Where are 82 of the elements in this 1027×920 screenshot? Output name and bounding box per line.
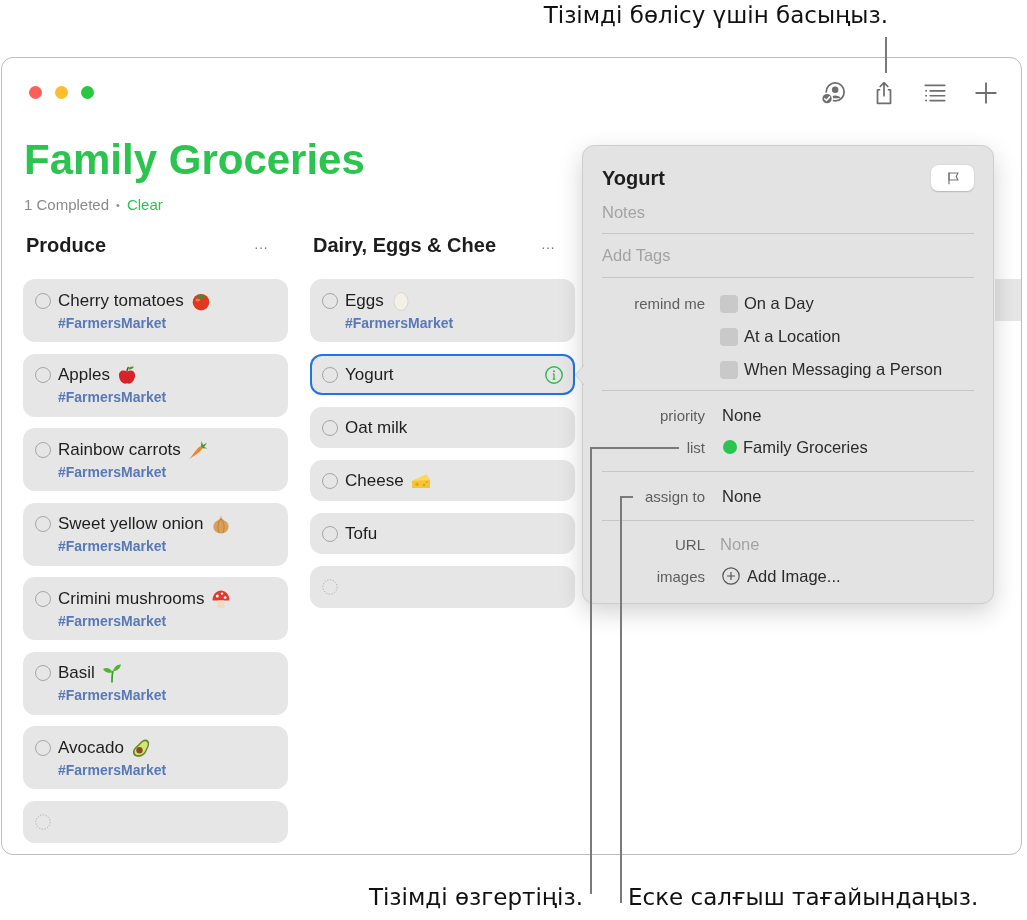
reminder-title: Apples — [58, 365, 110, 385]
checkbox-label: At a Location — [744, 327, 841, 346]
reminder-card[interactable]: Avocado #FarmersMarket — [23, 726, 288, 789]
add-image-button[interactable]: Add Image... — [722, 566, 841, 586]
hashtag[interactable]: #FarmersMarket — [58, 611, 232, 630]
zoom-button[interactable] — [81, 86, 94, 99]
column-title: Dairy, Eggs & Chee — [313, 233, 497, 257]
dashed-circle-icon — [35, 813, 51, 830]
add-icon[interactable] — [973, 79, 999, 106]
separator: • — [116, 198, 120, 213]
reminder-card[interactable]: Oat milk — [310, 406, 575, 448]
reminder-card[interactable]: Basil #FarmersMarket — [23, 651, 288, 715]
reminder-card[interactable]: Cheese — [310, 459, 575, 501]
leader-line — [885, 36, 887, 74]
list-title: Family Groceries — [24, 137, 365, 183]
reminder-title: Cheese — [345, 471, 404, 491]
reminder-card[interactable]: Yogurt — [310, 353, 575, 395]
minimize-button[interactable] — [55, 86, 68, 99]
reminder-title: Cherry tomatoes — [58, 290, 184, 311]
field-label: list — [685, 438, 705, 456]
info-icon[interactable] — [545, 366, 563, 384]
reminder-card[interactable]: Rainbow carrots #FarmersMarket — [23, 428, 288, 491]
reminder-title: Avocado — [58, 737, 124, 758]
reminder-card[interactable]: Apples #FarmersMarket — [23, 353, 288, 417]
checkbox[interactable] — [720, 294, 738, 313]
field-label: remind me — [633, 294, 705, 314]
hashtag[interactable]: #FarmersMarket — [58, 313, 211, 332]
reminder-card[interactable]: Cherry tomatoes #FarmersMarket — [23, 279, 288, 342]
sprout-icon — [101, 663, 122, 683]
new-reminder-field[interactable] — [23, 800, 288, 843]
field-label: assign to — [643, 487, 705, 505]
hashtag[interactable]: #FarmersMarket — [58, 537, 231, 556]
value-popup[interactable]: None — [722, 486, 762, 506]
egg-icon — [390, 290, 411, 311]
notes-field[interactable]: Notes — [602, 201, 974, 223]
url-field[interactable]: None — [720, 533, 920, 555]
reminder-title: Crimini mushrooms — [58, 588, 205, 609]
flag-button[interactable] — [931, 165, 974, 191]
reminder-title: Eggs — [345, 290, 384, 311]
reminder-title: Oat milk — [345, 418, 408, 438]
new-reminder-field[interactable] — [310, 565, 575, 608]
reminder-title: Yogurt — [602, 166, 665, 190]
reminder-card[interactable]: Sweet yellow onion #FarmersMarket — [23, 502, 288, 566]
reminder-title: Rainbow carrots — [58, 439, 181, 460]
reminder-card[interactable]: Crimini mushrooms #FarmersMarket — [23, 577, 288, 640]
list-popup[interactable]: Family Groceries — [723, 437, 868, 457]
completed-count: 1 Completed — [24, 195, 110, 215]
checkbox[interactable] — [720, 327, 738, 346]
column-title: Produce — [26, 233, 107, 257]
apple-icon — [117, 365, 137, 385]
reminder-title: Basil — [58, 663, 95, 683]
onion-icon — [210, 514, 231, 534]
hashtag[interactable]: #FarmersMarket — [58, 760, 167, 779]
value-popup[interactable]: None — [722, 405, 762, 425]
field-label: priority — [659, 406, 705, 424]
hashtag[interactable]: #FarmersMarket — [58, 388, 167, 407]
reminder-title: Sweet yellow onion — [58, 514, 204, 534]
checkbox-label: When Messaging a Person — [744, 360, 943, 379]
add-circle-icon — [722, 567, 740, 585]
mushroom-icon — [211, 588, 232, 609]
tags-field[interactable]: Add Tags — [602, 244, 974, 267]
callout-text: Тізімді бөлісу үшін басыңыз. — [543, 1, 888, 29]
hashtag[interactable]: #FarmersMarket — [58, 686, 167, 705]
hashtag[interactable]: #FarmersMarket — [345, 313, 454, 332]
more-button[interactable]: ··· — [541, 237, 555, 257]
callout-text: Тізімді өзгертіңіз. — [368, 883, 584, 911]
field-label: URL — [674, 535, 705, 553]
avocado-icon — [130, 737, 151, 758]
reminder-card[interactable]: Tofu — [310, 512, 575, 554]
reminder-title: Yogurt — [345, 365, 394, 385]
flag-icon — [945, 171, 960, 185]
callout-text: Еске салғыш тағайындаңыз. — [628, 883, 979, 911]
checkbox-label: On a Day — [744, 294, 814, 313]
reminder-card[interactable]: Eggs #FarmersMarket — [310, 279, 575, 342]
field-label: images — [655, 567, 705, 585]
close-button[interactable] — [29, 86, 42, 99]
reminder-title: Tofu — [345, 524, 378, 544]
checkbox[interactable] — [720, 360, 738, 379]
person-check-icon[interactable] — [820, 79, 846, 106]
more-button[interactable]: ··· — [254, 237, 268, 257]
hashtag[interactable]: #FarmersMarket — [58, 462, 208, 481]
dashed-circle-icon — [322, 578, 338, 595]
